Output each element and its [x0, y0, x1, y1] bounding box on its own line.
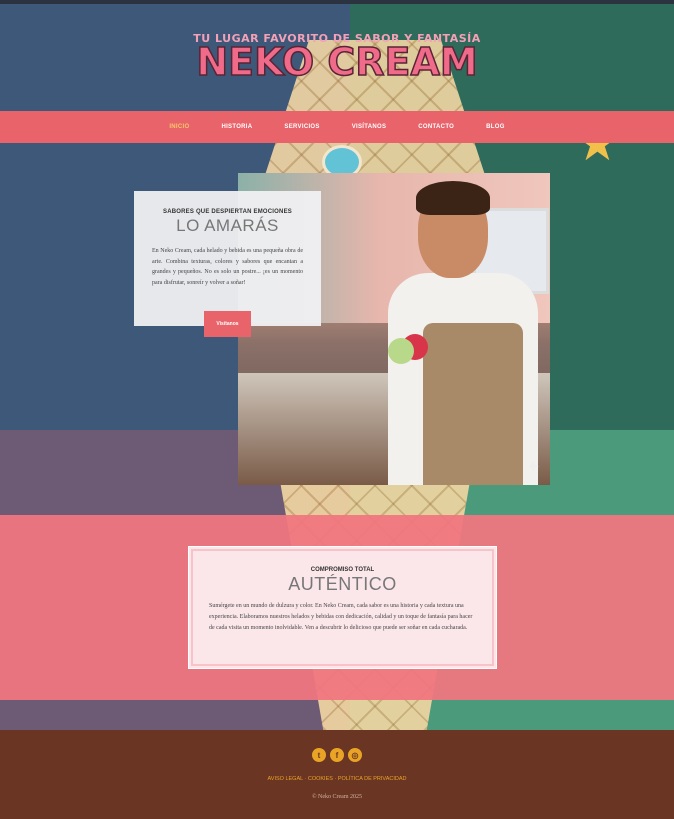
visit-button[interactable]: Visítanos — [204, 311, 251, 337]
nav-item-historia[interactable]: HISTORIA — [205, 124, 268, 130]
instagram-icon[interactable]: ◎ — [348, 748, 362, 762]
about-eyebrow: COMPROMISO TOTAL — [310, 567, 375, 573]
hero-eyebrow: SABORES QUE DESPIERTAN EMOCIONES — [163, 209, 292, 215]
nav-item-blog[interactable]: BLOG — [470, 124, 521, 130]
sparkle-icon: ✦ — [526, 459, 540, 476]
brand-logo[interactable]: NEKO CREAM — [0, 39, 674, 85]
copyright: © Neko Cream 2025 — [311, 794, 363, 800]
facebook-icon[interactable]: f — [330, 748, 344, 762]
hero-card: SABORES QUE DESPIERTAN EMOCIONES LO AMAR… — [134, 191, 321, 337]
main-nav: INICIO HISTORIA SERVICIOS VISÍTANOS CONT… — [0, 111, 674, 143]
twitter-icon[interactable]: t — [312, 748, 326, 762]
site-footer: t f ◎ AVISO LEGAL · COOKIES · POLÍTICA D… — [0, 730, 674, 819]
social-links: t f ◎ — [0, 748, 674, 762]
nav-item-visitanos[interactable]: VISÍTANOS — [336, 124, 403, 130]
site-header: TU LUGAR FAVORITO DE SABOR Y FANTASÍA NE… — [0, 0, 674, 111]
legal-links[interactable]: AVISO LEGAL · COOKIES · POLÍTICA DE PRIV… — [0, 776, 674, 782]
about-body: Sumérgete en un mundo de dulzura y color… — [209, 603, 473, 631]
hero-title: LO AMARÁS — [176, 216, 279, 235]
top-border — [0, 0, 674, 4]
nav-item-contacto[interactable]: CONTACTO — [402, 124, 470, 130]
about-card: COMPROMISO TOTAL AUTÉNTICO Sumérgete en … — [188, 546, 497, 669]
hero-body: En Neko Cream, cada helado y bebida es u… — [152, 248, 303, 286]
nav-item-servicios[interactable]: SERVICIOS — [268, 124, 335, 130]
nav-item-inicio[interactable]: INICIO — [153, 124, 205, 130]
about-title: AUTÉNTICO — [288, 574, 397, 594]
